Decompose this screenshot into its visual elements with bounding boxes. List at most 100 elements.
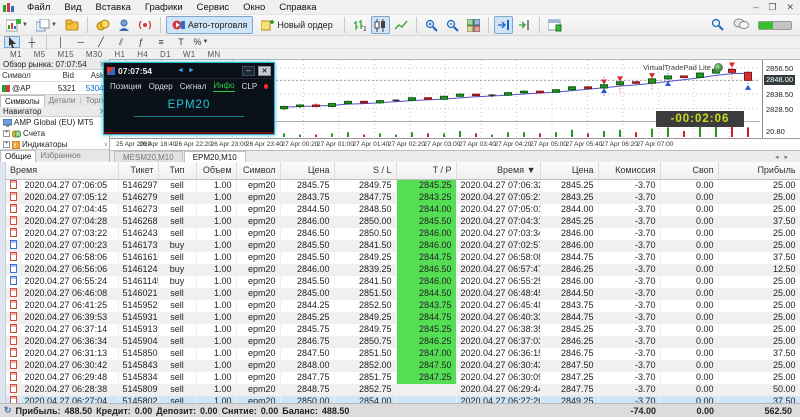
vertical-line-tool-button[interactable]: │ bbox=[53, 36, 69, 48]
menu-item-4[interactable]: Сервис bbox=[190, 1, 237, 14]
window-minimize-button[interactable]: – bbox=[753, 2, 758, 13]
profiles-button[interactable]: ▼ bbox=[33, 16, 60, 34]
cursor-tool-button[interactable] bbox=[4, 36, 20, 48]
table-row[interactable]: 2020.04.27 06:56:0651461243buy1.00epm202… bbox=[6, 264, 800, 276]
chart-scroll-arrows[interactable]: ◂▸ bbox=[775, 153, 794, 161]
globe-icon[interactable] bbox=[714, 63, 723, 72]
market-watch-row[interactable]: @AP 5321 5304 ∨ bbox=[0, 82, 109, 94]
column-header-10[interactable]: Комиссия bbox=[598, 162, 660, 179]
timeframe-button-h1[interactable]: H1 bbox=[108, 50, 131, 59]
trade-pad-close-button[interactable]: ✕ bbox=[258, 66, 271, 76]
market-watch-button[interactable] bbox=[93, 16, 113, 34]
scroll-right-icon[interactable]: ▸ bbox=[784, 154, 794, 161]
table-row[interactable]: 2020.04.27 06:58:0651461610sell1.00epm20… bbox=[6, 252, 800, 264]
table-row[interactable]: 2020.04.27 07:00:2351461739buy1.00epm202… bbox=[6, 240, 800, 252]
chat-icon[interactable] bbox=[733, 18, 749, 32]
column-header-0[interactable]: Время bbox=[6, 162, 118, 179]
timeframe-button-d1[interactable]: D1 bbox=[154, 50, 177, 59]
menu-item-1[interactable]: Вид bbox=[57, 1, 88, 14]
bar-chart-mode-button[interactable]: 1 bbox=[350, 16, 369, 34]
table-row[interactable]: 2020.04.27 06:30:4251458434sell1.00epm20… bbox=[6, 360, 800, 372]
channel-tool-button[interactable]: ⫽ bbox=[113, 36, 129, 48]
trade-pad-tab-2[interactable]: Сигнал bbox=[180, 82, 207, 91]
search-icon[interactable] bbox=[711, 18, 724, 33]
column-header-6[interactable]: S / L bbox=[334, 162, 396, 179]
table-row[interactable]: 2020.04.27 06:29:4851458347sell1.00epm20… bbox=[6, 372, 800, 384]
menu-item-3[interactable]: Графики bbox=[138, 1, 190, 14]
table-row[interactable]: 2020.04.27 07:06:0551462976sell1.00epm20… bbox=[6, 179, 800, 192]
data-folder-button[interactable] bbox=[62, 16, 82, 34]
trade-pad-tab-1[interactable]: Ордер bbox=[149, 82, 173, 91]
tree-item-account-root[interactable]: AMP Global (EU) MT5 bbox=[0, 117, 109, 128]
signals-button[interactable] bbox=[135, 16, 155, 34]
column-header-3[interactable]: Объем bbox=[196, 162, 236, 179]
column-header-12[interactable]: Прибыль bbox=[718, 162, 800, 179]
trade-pad-minimize-button[interactable]: – bbox=[242, 66, 255, 76]
column-header-4[interactable]: Символ bbox=[236, 162, 280, 179]
window-restore-button[interactable]: ❐ bbox=[768, 2, 776, 13]
menu-item-5[interactable]: Окно bbox=[236, 1, 272, 14]
table-row[interactable]: 2020.04.27 06:41:2551459521sell1.00epm20… bbox=[6, 300, 800, 312]
column-bid[interactable]: Bid bbox=[46, 70, 76, 81]
lines-menu-button[interactable]: ≡ bbox=[153, 36, 169, 48]
trade-pad-tab-0[interactable]: Позиция bbox=[110, 82, 142, 91]
table-row[interactable]: 2020.04.27 06:55:2451461145buy1.00epm202… bbox=[6, 276, 800, 288]
column-header-1[interactable]: Тикет bbox=[118, 162, 158, 179]
accounts-button[interactable] bbox=[115, 16, 133, 34]
table-row[interactable]: 2020.04.27 07:04:4551462731sell1.00epm20… bbox=[6, 204, 800, 216]
market-watch-tab-0[interactable]: Символы bbox=[0, 95, 45, 107]
trade-pad-tab-3[interactable]: Инфо bbox=[213, 81, 234, 92]
table-row[interactable]: 2020.04.27 06:36:3451459043sell1.00epm20… bbox=[6, 336, 800, 348]
trade-pad-tab-4[interactable]: CLP bbox=[242, 82, 258, 91]
column-header-7[interactable]: T / P bbox=[396, 162, 456, 179]
timeframe-button-mn[interactable]: MN bbox=[201, 50, 226, 59]
column-header-8[interactable]: Время ▼ bbox=[456, 162, 540, 179]
trendline-tool-button[interactable]: ╱ bbox=[93, 36, 109, 48]
market-watch-tab-1[interactable]: Детали bbox=[45, 95, 80, 107]
timeframe-button-w1[interactable]: W1 bbox=[177, 50, 202, 59]
new-order-button[interactable]: Новый ордер bbox=[255, 16, 338, 34]
table-row[interactable]: 2020.04.27 06:37:1451459130sell1.00epm20… bbox=[6, 324, 800, 336]
table-row[interactable]: 2020.04.27 07:04:2851462689sell1.00epm20… bbox=[6, 216, 800, 228]
line-chart-mode-button[interactable] bbox=[392, 16, 411, 34]
expand-icon[interactable]: + bbox=[3, 130, 10, 137]
column-header-5[interactable]: Цена bbox=[280, 162, 334, 179]
candlestick-mode-button[interactable] bbox=[371, 16, 390, 34]
pager-arrows-icon[interactable]: ◄► bbox=[177, 67, 199, 74]
menu-item-6[interactable]: Справка bbox=[272, 1, 323, 14]
timeframe-button-m5[interactable]: M5 bbox=[28, 50, 52, 59]
crosshair-tool-button[interactable]: ┼ bbox=[24, 36, 40, 48]
column-ask[interactable]: Ask bbox=[76, 70, 106, 81]
timeframe-button-m30[interactable]: M30 bbox=[80, 50, 108, 59]
navigator-tab-0[interactable]: Общие bbox=[0, 150, 36, 162]
auto-scroll-button[interactable] bbox=[494, 16, 513, 34]
scroll-down-icon[interactable]: ∨ bbox=[104, 141, 108, 148]
chart-shift-button[interactable] bbox=[515, 16, 534, 34]
tree-item-accounts[interactable]: + Счета ∧ bbox=[0, 128, 109, 139]
table-row[interactable]: 2020.04.27 06:46:0851460219sell1.00epm20… bbox=[6, 288, 800, 300]
table-row[interactable]: 2020.04.27 06:31:1351458503sell1.00epm20… bbox=[6, 348, 800, 360]
menu-item-2[interactable]: Вставка bbox=[89, 1, 138, 14]
table-row[interactable]: 2020.04.27 06:28:3851458097sell1.00epm20… bbox=[6, 384, 800, 396]
column-header-11[interactable]: Своп bbox=[660, 162, 718, 179]
strategy-tester-button[interactable] bbox=[545, 16, 565, 34]
shapes-tool-button[interactable]: %▼ bbox=[193, 36, 209, 48]
navigator-tab-1[interactable]: Избранное bbox=[36, 150, 85, 162]
table-row[interactable]: 2020.04.27 07:05:1251462799sell1.00epm20… bbox=[6, 192, 800, 204]
column-header-9[interactable]: Цена bbox=[540, 162, 598, 179]
menu-item-0[interactable]: Файл bbox=[20, 1, 57, 14]
timeframe-button-m15[interactable]: M15 bbox=[51, 50, 79, 59]
new-chart-button[interactable]: ▼ bbox=[3, 16, 31, 34]
tile-windows-button[interactable] bbox=[464, 16, 483, 34]
zoom-out-button[interactable] bbox=[443, 16, 462, 34]
table-row[interactable]: 2020.04.27 07:03:2251462434sell1.00epm20… bbox=[6, 228, 800, 240]
window-close-button[interactable]: ✕ bbox=[786, 2, 794, 13]
horizontal-line-tool-button[interactable]: ─ bbox=[73, 36, 89, 48]
auto-trading-button[interactable]: Авто-торговля bbox=[166, 16, 253, 34]
timeframe-button-h4[interactable]: H4 bbox=[131, 50, 154, 59]
column-symbol[interactable]: Символ bbox=[0, 70, 46, 81]
tree-item-indicators[interactable]: + f Индикаторы ∨ bbox=[0, 139, 109, 150]
trade-pad-titlebar[interactable]: 07:07:54 ◄► – ✕ bbox=[104, 63, 274, 78]
text-tool-button[interactable]: T bbox=[173, 36, 189, 48]
time-axis[interactable]: 25 Apr 202026 Apr 18:4026 Apr 22:2026 Ap… bbox=[110, 138, 800, 150]
